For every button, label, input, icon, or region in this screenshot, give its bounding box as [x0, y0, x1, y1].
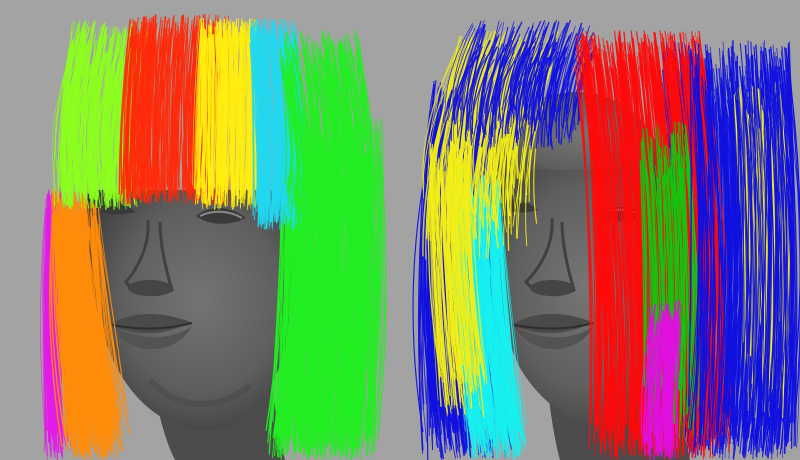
- left-model[interactable]: [40, 13, 387, 460]
- viewport-canvas[interactable]: [0, 0, 800, 460]
- left-hair-group-yellow: [192, 18, 260, 210]
- left-face: [87, 190, 295, 431]
- 3d-viewport[interactable]: [0, 0, 800, 460]
- right-hair-front: [422, 19, 798, 460]
- right-model[interactable]: [412, 19, 800, 460]
